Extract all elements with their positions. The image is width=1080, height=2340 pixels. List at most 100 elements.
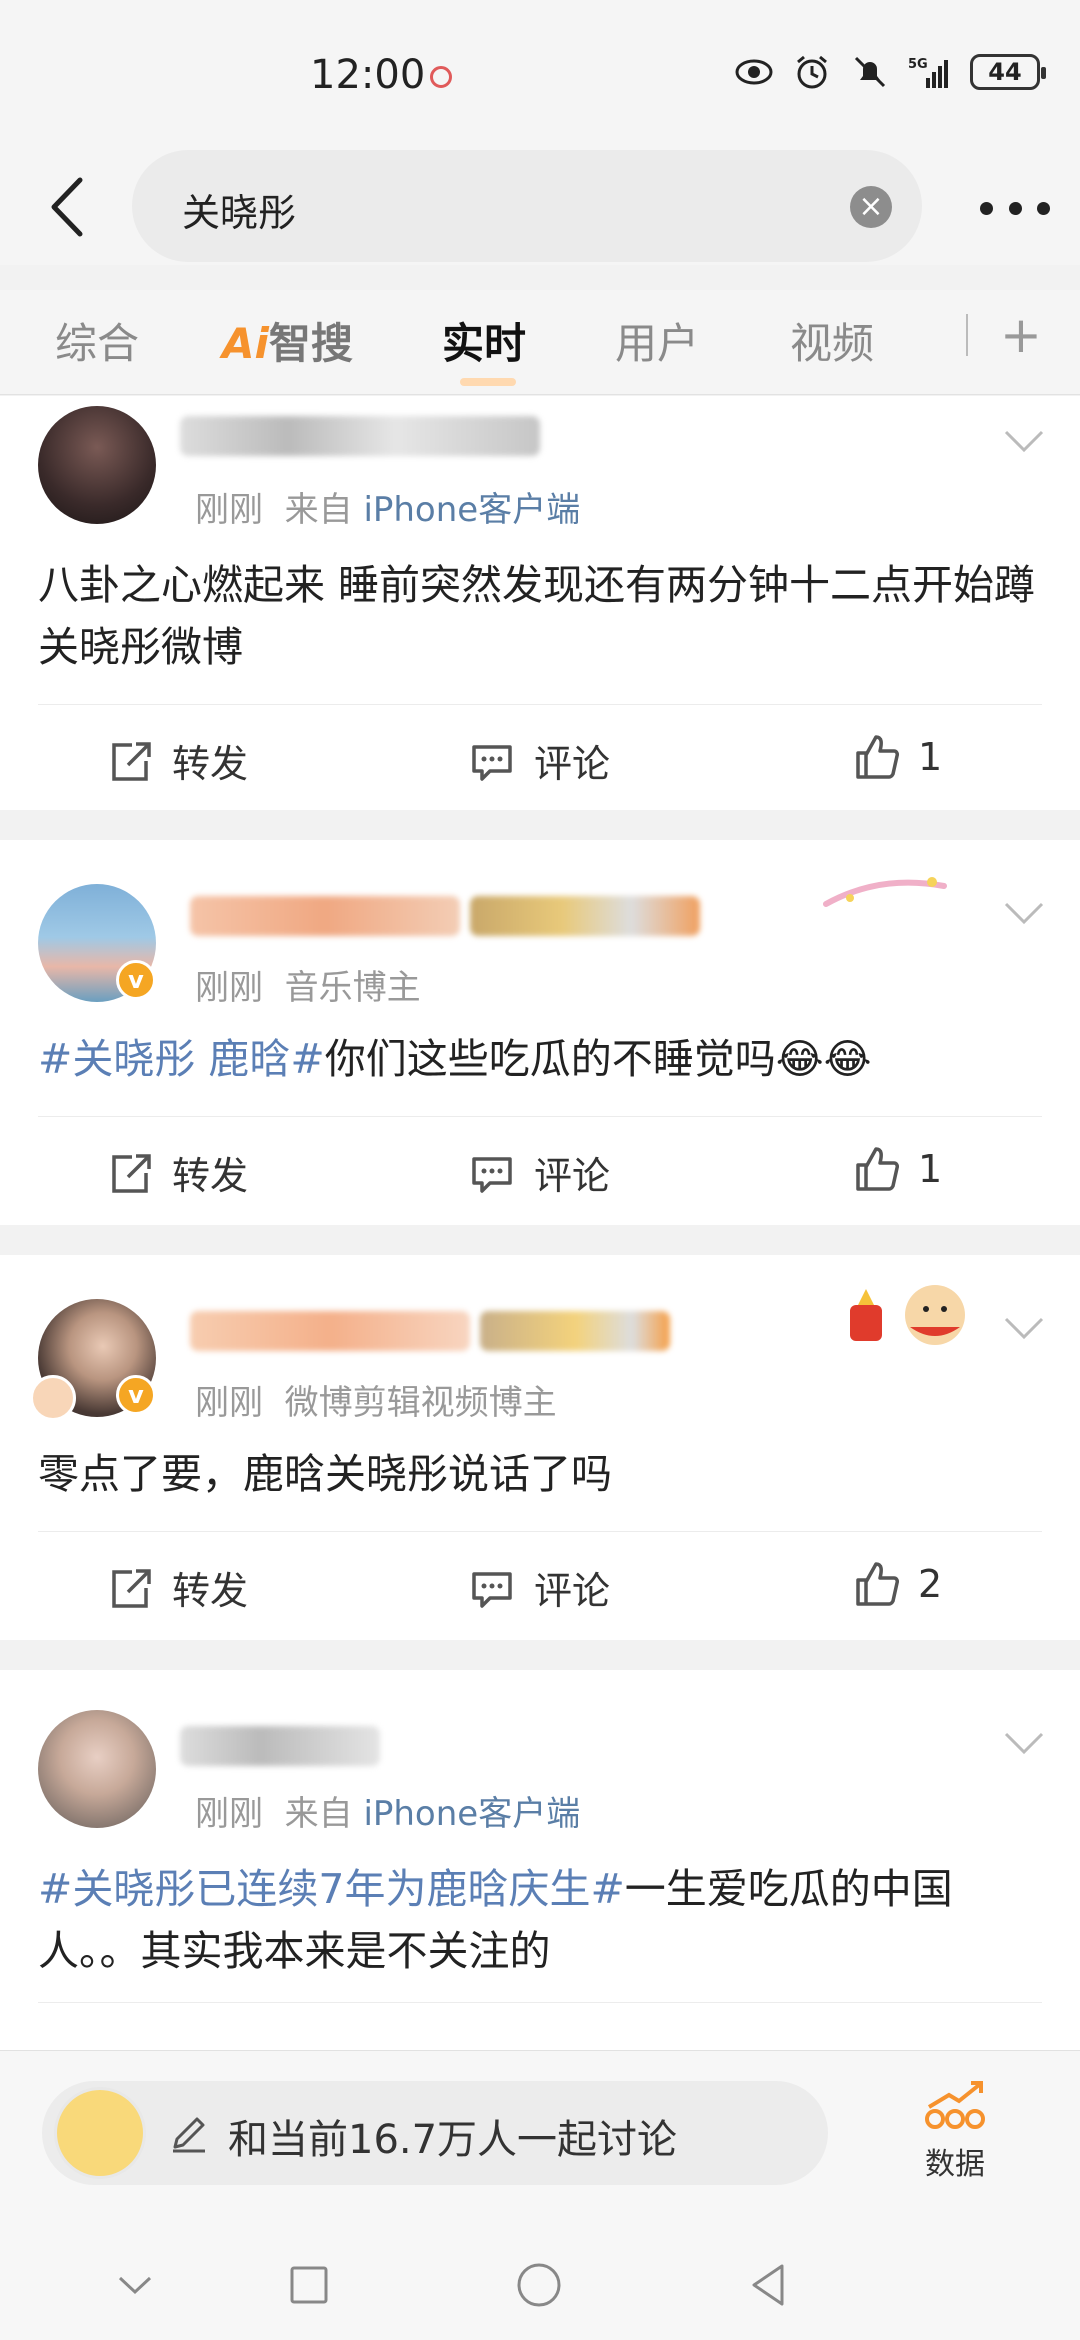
like-count: 1 <box>918 1147 943 1191</box>
comment-button[interactable]: 评论 <box>468 1145 610 1200</box>
post-card[interactable]: v 刚刚 音乐博主 #关晓彤 鹿晗#你们这些吃瓜的不睡觉吗😂😂 转发 评论 1 <box>0 840 1080 1225</box>
active-tab-indicator <box>460 378 516 386</box>
post-card[interactable]: 刚刚 来自 iPhone客户端 八卦之心燃起来 睡前突然发现还有两分钟十二点开始… <box>0 396 1080 810</box>
comment-button[interactable]: 评论 <box>468 1560 610 1615</box>
avatar[interactable] <box>38 1710 156 1828</box>
thumbs-up-icon <box>856 735 899 779</box>
battery-icon: 44 <box>970 54 1046 90</box>
post-source-prefix: 来自 <box>284 1794 364 1834</box>
hashtag-link[interactable]: #关晓彤已连续7年为鹿晗庆生# <box>38 1865 625 1913</box>
post-content: #关晓彤已连续7年为鹿晗庆生#一生爱吃瓜的中国人。。其实我本来是不关注的 <box>38 1858 1042 1982</box>
discuss-placeholder: 和当前16.7万人一起讨论 <box>228 2117 678 2163</box>
post-meta: 刚刚 音乐博主 <box>195 960 421 1009</box>
like-button[interactable]: 1 <box>852 1145 942 1193</box>
mute-icon <box>854 56 886 88</box>
comment-label: 评论 <box>534 1569 611 1613</box>
repost-label: 转发 <box>172 742 249 786</box>
data-label: 数据 <box>925 2147 985 2182</box>
tab-users[interactable]: 用户 <box>615 310 699 371</box>
tab-ai-search-label: 智搜 <box>268 319 353 368</box>
data-chart-icon <box>925 2081 985 2129</box>
search-query[interactable]: 关晓彤 <box>182 182 296 237</box>
nav-recent-apps-icon[interactable] <box>284 2260 334 2310</box>
tab-comprehensive[interactable]: 综合 <box>55 310 139 371</box>
search-tabs: 综合 Ai智搜 实时 用户 视频 + <box>0 290 1080 395</box>
repost-icon <box>112 1568 151 1608</box>
post-actions: 转发 评论 1 <box>38 1116 1042 1226</box>
avatar-pendant-icon <box>30 1375 76 1421</box>
verified-badge-icon: v <box>116 1375 156 1415</box>
post-card[interactable]: v 刚刚 微博剪辑视频博主 零点了要，鹿晗关晓彤说话了吗 转发 评论 2 <box>0 1255 1080 1640</box>
post-source[interactable]: iPhone客户端 <box>363 490 580 530</box>
repost-button[interactable]: 转发 <box>106 733 248 788</box>
post-content: 零点了要，鹿晗关晓彤说话了吗 <box>38 1450 612 1498</box>
post-card[interactable]: 刚刚 来自 iPhone客户端 #关晓彤已连续7年为鹿晗庆生#一生爱吃瓜的中国人… <box>0 1670 1080 2050</box>
add-tab-button[interactable]: + <box>1000 306 1042 364</box>
chevron-down-icon[interactable] <box>1002 426 1046 456</box>
like-count: 1 <box>918 735 943 779</box>
post-source[interactable]: iPhone客户端 <box>363 1794 580 1834</box>
repost-button[interactable]: 转发 <box>106 1145 248 1200</box>
nav-back-icon[interactable] <box>744 2260 794 2310</box>
repost-button[interactable]: 转发 <box>106 1560 248 1615</box>
back-arrow-icon[interactable] <box>40 172 100 242</box>
bottom-discussion-bar: 和当前16.7万人一起讨论 数据 <box>0 2050 1080 2230</box>
post-meta: 刚刚 微博剪辑视频博主 <box>195 1375 557 1424</box>
post-text: 你们这些吃瓜的不睡觉吗😂😂 <box>324 1035 872 1083</box>
username-blurred[interactable] <box>190 896 460 936</box>
comment-icon <box>472 744 512 781</box>
eye-icon <box>735 59 773 85</box>
post-time: 刚刚 <box>195 1383 263 1423</box>
username-blurred[interactable] <box>180 1726 380 1766</box>
like-count: 2 <box>918 1562 943 1606</box>
repost-icon <box>112 1153 151 1193</box>
post-actions <box>38 2002 1042 2050</box>
thumbs-up-icon <box>856 1562 899 1606</box>
verified-badge-icon: v <box>116 960 156 1000</box>
status-icons: 5G 44 <box>734 54 1046 90</box>
chevron-down-icon[interactable] <box>1002 1728 1046 1758</box>
like-button[interactable]: 2 <box>852 1560 942 1608</box>
repost-label: 转发 <box>172 1569 249 1613</box>
comment-icon <box>472 1156 512 1193</box>
post-meta: 刚刚 来自 iPhone客户端 <box>195 1786 580 1835</box>
post-time: 刚刚 <box>195 968 263 1008</box>
thumbs-up-icon <box>856 1147 899 1191</box>
system-nav-bar <box>0 2230 1080 2340</box>
nav-home-icon[interactable] <box>514 2260 564 2310</box>
hashtag-link[interactable]: #关晓彤 鹿晗# <box>38 1035 325 1083</box>
nav-collapse-icon[interactable] <box>110 2260 160 2310</box>
search-input[interactable]: 关晓彤 × <box>132 150 922 262</box>
like-button[interactable]: 1 <box>852 733 942 781</box>
repost-icon <box>112 741 151 781</box>
username-blurred[interactable] <box>180 416 540 456</box>
post-actions: 转发 评论 2 <box>38 1531 1042 1641</box>
post-time: 刚刚 <box>195 1794 263 1834</box>
tab-realtime[interactable]: 实时 <box>442 310 526 371</box>
post-actions: 转发 评论 1 <box>38 704 1042 814</box>
search-header: 关晓彤 × <box>0 150 1080 265</box>
chevron-down-icon[interactable] <box>1002 1313 1046 1343</box>
chevron-down-icon[interactable] <box>1002 898 1046 928</box>
decoration-sparkle-icon <box>820 868 950 918</box>
more-menu-icon[interactable] <box>980 188 1050 228</box>
svg-text:5G: 5G <box>908 57 928 72</box>
avatar[interactable] <box>38 406 156 524</box>
post-content: 八卦之心燃起来 睡前突然发现还有两分钟十二点开始蹲关晓彤微博 <box>38 561 1036 671</box>
comment-label: 评论 <box>534 1154 611 1198</box>
repost-label: 转发 <box>172 1154 249 1198</box>
notification-dot-icon <box>430 66 452 88</box>
status-bar: 12:00 5G 44 <box>0 0 1080 150</box>
post-time: 刚刚 <box>195 490 263 530</box>
tab-videos[interactable]: 视频 <box>790 310 874 371</box>
discuss-input[interactable]: 和当前16.7万人一起讨论 <box>42 2081 828 2185</box>
tab-divider <box>966 314 968 356</box>
post-source-prefix: 来自 <box>284 490 364 530</box>
username-blurred[interactable] <box>190 1311 470 1351</box>
clear-search-button[interactable]: × <box>850 186 892 228</box>
comment-button[interactable]: 评论 <box>468 733 610 788</box>
tab-ai-search[interactable]: Ai智搜 <box>222 310 353 371</box>
status-time: 12:00 <box>310 52 426 98</box>
author-role: 微博剪辑视频博主 <box>284 1383 557 1423</box>
data-button[interactable]: 数据 <box>915 2079 995 2183</box>
